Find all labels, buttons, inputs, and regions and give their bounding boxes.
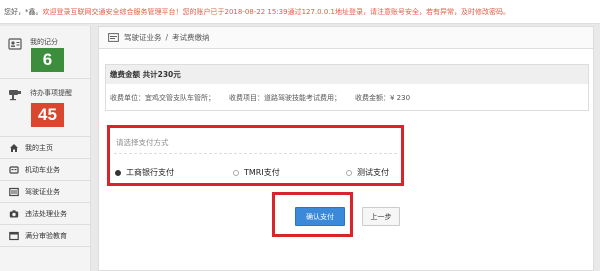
- score-badge: 6: [31, 48, 64, 72]
- car-icon: [9, 165, 19, 175]
- payment-summary: 缴费金额 共计230元 收费单位：宜鸡交管支队车管所； 收费项目：道路驾驶技能考…: [105, 64, 589, 111]
- welcome-text: 欢迎登录互联网交通安全综合服务管理平台！: [42, 7, 183, 16]
- payment-option-icbc[interactable]: 工商银行支付: [115, 167, 174, 178]
- payment-option-tmri[interactable]: TMRI支付: [233, 167, 280, 178]
- id-card-icon: [8, 37, 22, 51]
- top-notice-bar: 您好，*鑫。 欢迎登录互联网交通安全综合服务管理平台！ 您的账户已于2018-0…: [0, 0, 600, 24]
- score-block[interactable]: 我的记分 6: [0, 26, 90, 79]
- sidebar: 我的记分 6 待办事项提醒 45 我的主页 机动车业务 驾驶证业务 违法处理业务: [0, 26, 91, 271]
- reminder-badge: 45: [31, 103, 64, 127]
- breadcrumb-parent[interactable]: 驾驶证业务: [124, 32, 162, 43]
- license-icon: [108, 33, 119, 42]
- payment-item: 收费项目：道路驾驶技能考试费用；: [229, 93, 341, 102]
- confirm-payment-button[interactable]: 确认支付: [295, 207, 345, 226]
- sidebar-item-home[interactable]: 我的主页: [0, 137, 90, 159]
- camera-icon: [9, 209, 19, 219]
- main-panel: 驾驶证业务 / 考试费缴纳 缴费金额 共计230元 收费单位：宜鸡交管支队车管所…: [98, 26, 594, 271]
- home-icon: [9, 143, 19, 153]
- payment-option-label: 测试支付: [357, 168, 389, 177]
- sidebar-item-violation[interactable]: 违法处理业务: [0, 203, 90, 225]
- login-notice: 您的账户已于2018-08-22 15:39通过127.0.0.1地址登录，请注…: [182, 7, 461, 16]
- change-password-link[interactable]: 及时修改密码。: [461, 7, 510, 17]
- sidebar-item-label: 我的主页: [25, 143, 53, 152]
- sidebar-item-label: 机动车业务: [25, 165, 60, 174]
- radio-unchecked-icon[interactable]: [233, 169, 239, 176]
- payment-method-section: 请选择支付方式 工商银行支付 TMRI支付 测试支付: [107, 125, 404, 186]
- payment-option-label: TMRI支付: [244, 168, 280, 177]
- payment-option-label: 工商银行支付: [126, 168, 174, 177]
- sidebar-item-education[interactable]: 满分审验教育: [0, 225, 90, 247]
- score-label: 我的记分: [30, 38, 58, 46]
- sidebar-item-label: 违法处理业务: [25, 209, 67, 218]
- divider: [114, 153, 397, 154]
- sidebar-item-license[interactable]: 驾驶证业务: [0, 181, 90, 203]
- payment-method-title: 请选择支付方式: [116, 138, 169, 147]
- previous-step-button[interactable]: 上一步: [362, 207, 400, 226]
- payment-unit: 收费单位：宜鸡交管支队车管所；: [110, 93, 215, 102]
- payment-amount: 收费金额：¥ 230: [355, 93, 411, 102]
- radio-checked-icon[interactable]: [115, 169, 121, 176]
- breadcrumb: 驾驶证业务 / 考试费缴纳: [99, 27, 593, 49]
- payment-details: 收费单位：宜鸡交管支队车管所； 收费项目：道路驾驶技能考试费用； 收费金额：¥ …: [106, 84, 588, 111]
- greeting-text: 您好，*鑫。: [4, 7, 43, 16]
- book-icon: [9, 231, 19, 241]
- breadcrumb-separator: /: [165, 33, 169, 42]
- camera-icon: [8, 87, 22, 101]
- payment-option-test[interactable]: 测试支付: [346, 167, 389, 178]
- reminder-block[interactable]: 待办事项提醒 45: [0, 79, 90, 137]
- sidebar-item-label: 满分审验教育: [25, 231, 67, 240]
- reminder-label: 待办事项提醒: [30, 89, 72, 97]
- breadcrumb-current: 考试费缴纳: [172, 33, 210, 42]
- radio-unchecked-icon[interactable]: [346, 169, 352, 176]
- sidebar-item-vehicle[interactable]: 机动车业务: [0, 159, 90, 181]
- sidebar-item-label: 驾驶证业务: [25, 187, 60, 196]
- payment-total: 缴费金额 共计230元: [106, 65, 588, 84]
- license-icon: [9, 187, 19, 197]
